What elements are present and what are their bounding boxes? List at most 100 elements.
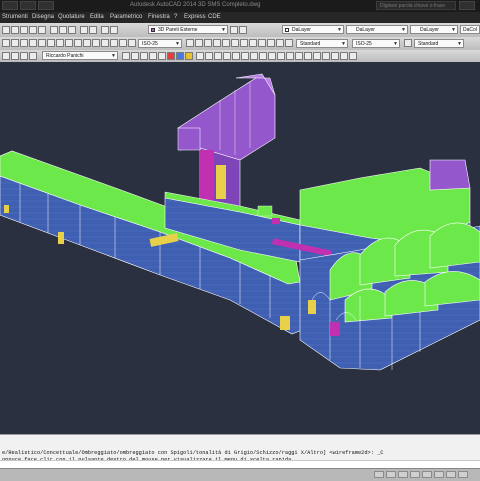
mesh-icon[interactable] [285, 39, 293, 47]
grid-display-icon[interactable] [386, 471, 396, 478]
annotation-scale-icon[interactable] [398, 471, 408, 478]
layer-previous-icon[interactable] [230, 26, 238, 34]
block-icon[interactable] [65, 39, 73, 47]
draw-arc-icon[interactable] [29, 39, 37, 47]
layer-color-icon[interactable] [149, 52, 157, 60]
dimstyle2-dropdown[interactable]: ISO-25 ▼ [352, 39, 400, 48]
draw-rectangle-icon[interactable] [38, 39, 46, 47]
menu-item-parametrico[interactable]: Parametrico [110, 14, 142, 20]
linetype-dropdown[interactable]: DaLayer ▼ [346, 25, 408, 34]
view-icon[interactable] [195, 39, 203, 47]
lock-icon[interactable] [422, 471, 432, 478]
cylinder-icon[interactable] [176, 52, 184, 60]
visual-style-icon[interactable] [213, 39, 221, 47]
workspace-icon[interactable] [410, 471, 420, 478]
menu-item-cde[interactable]: CDE [208, 14, 221, 20]
sphere-icon[interactable] [167, 52, 175, 60]
menu-item-help[interactable]: ? [174, 14, 177, 20]
model-space-icon[interactable] [374, 471, 384, 478]
mirror-icon[interactable] [223, 52, 231, 60]
snap-icon[interactable] [2, 52, 10, 60]
slice-icon[interactable] [349, 52, 357, 60]
text-icon[interactable] [56, 39, 64, 47]
open-icon[interactable] [11, 26, 19, 34]
subtract-icon[interactable] [313, 52, 321, 60]
isolate-icon[interactable] [446, 471, 456, 478]
undo-icon[interactable] [80, 26, 88, 34]
match-properties-icon[interactable] [110, 39, 118, 47]
menu-item-strumenti[interactable]: Strumenti [2, 14, 28, 20]
layer-on-icon[interactable] [122, 52, 130, 60]
insert-icon[interactable] [74, 39, 82, 47]
light-icon[interactable] [231, 39, 239, 47]
move-icon[interactable] [196, 52, 204, 60]
intersect-icon[interactable] [322, 52, 330, 60]
plotstyle-dropdown[interactable]: DaCol [460, 25, 480, 34]
ucs-icon[interactable] [186, 39, 194, 47]
layer-iso-icon[interactable] [158, 52, 166, 60]
hatch-icon[interactable] [47, 39, 55, 47]
orbit-icon[interactable] [204, 39, 212, 47]
new-icon[interactable] [2, 26, 10, 34]
material-icon[interactable] [240, 39, 248, 47]
menu-item-quotature[interactable]: Quotature [58, 14, 85, 20]
drawing-viewport[interactable] [0, 62, 480, 434]
rotate-icon[interactable] [205, 52, 213, 60]
menu-item-finestra[interactable]: Finestra [148, 14, 170, 20]
menu-item-disegna[interactable]: Disegna [32, 14, 54, 20]
redo-icon[interactable] [89, 26, 97, 34]
union-icon[interactable] [304, 52, 312, 60]
quick-access-icon[interactable] [38, 1, 54, 10]
camera-icon[interactable] [249, 39, 257, 47]
layer-freeze-icon[interactable] [131, 52, 139, 60]
user-dropdown[interactable]: Riccardo Panichi ▼ [42, 51, 118, 60]
chamfer-icon[interactable] [277, 52, 285, 60]
app-menu-icon[interactable] [2, 1, 18, 10]
lineweight-dropdown[interactable]: DaLayer ▼ [410, 25, 458, 34]
color-dropdown[interactable]: DaLayer ▼ [282, 25, 344, 34]
hardware-accel-icon[interactable] [434, 471, 444, 478]
layer-states-icon[interactable] [239, 26, 247, 34]
offset-icon[interactable] [232, 52, 240, 60]
print-icon[interactable] [29, 26, 37, 34]
explode-icon[interactable] [286, 52, 294, 60]
extend-icon[interactable] [259, 52, 267, 60]
cut-icon[interactable] [50, 26, 58, 34]
search-input[interactable]: Digitare parola chiave o frase [376, 1, 456, 10]
section-icon[interactable] [276, 39, 284, 47]
table-icon[interactable] [83, 39, 91, 47]
extrude-icon[interactable] [331, 52, 339, 60]
fillet-icon[interactable] [268, 52, 276, 60]
grid-icon[interactable] [11, 52, 19, 60]
presspull-icon[interactable] [340, 52, 348, 60]
box-icon[interactable] [185, 52, 193, 60]
textstyle-dropdown[interactable]: Standard ▼ [296, 39, 348, 48]
dimension-icon[interactable] [92, 39, 100, 47]
ortho-icon[interactable] [20, 52, 28, 60]
fly-icon[interactable] [267, 39, 275, 47]
properties-icon[interactable] [101, 39, 109, 47]
preview-icon[interactable] [38, 26, 46, 34]
polar-icon[interactable] [29, 52, 37, 60]
paste-icon[interactable] [68, 26, 76, 34]
pan-icon[interactable] [101, 26, 109, 34]
tablestyle-dropdown[interactable]: Standard ▼ [414, 39, 464, 48]
erase-icon[interactable] [295, 52, 303, 60]
render-icon[interactable] [222, 39, 230, 47]
quick-access-icon[interactable] [20, 1, 36, 10]
draw-polyline-icon[interactable] [11, 39, 19, 47]
tablestyle-icon[interactable] [404, 39, 412, 47]
design-center-icon[interactable] [119, 39, 127, 47]
tool-palette-icon[interactable] [128, 39, 136, 47]
binoculars-icon[interactable] [459, 1, 475, 10]
draw-line-icon[interactable] [2, 39, 10, 47]
zoom-icon[interactable] [110, 26, 118, 34]
clean-screen-icon[interactable] [458, 471, 468, 478]
dimstyle-dropdown[interactable]: ISO-25 ▼ [138, 39, 182, 48]
walk-icon[interactable] [258, 39, 266, 47]
array-icon[interactable] [241, 52, 249, 60]
trim-icon[interactable] [250, 52, 258, 60]
scale-icon[interactable] [214, 52, 222, 60]
layer-lock-icon[interactable] [140, 52, 148, 60]
save-icon[interactable] [20, 26, 28, 34]
